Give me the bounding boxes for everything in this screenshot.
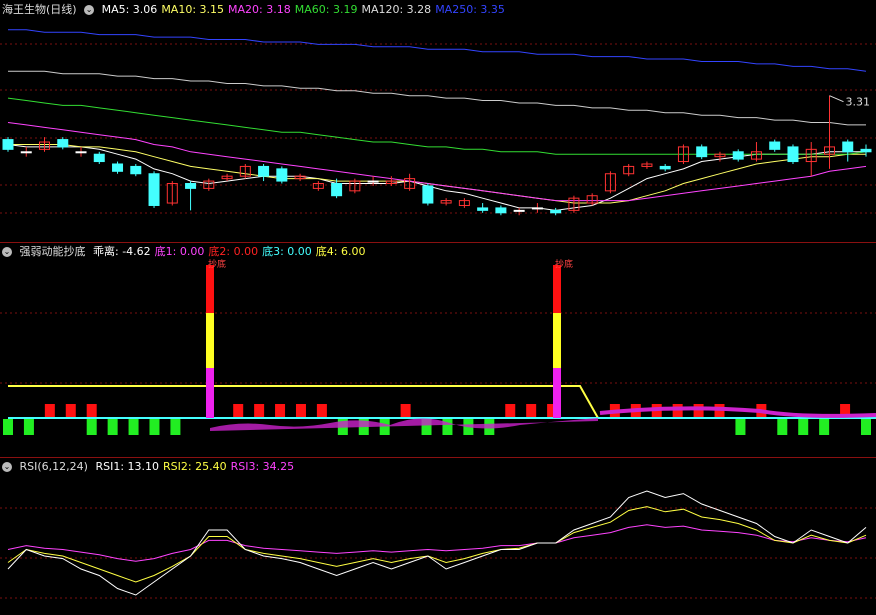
spike-yellow [553, 313, 561, 368]
signal-bar-red [693, 404, 704, 417]
candle-body [93, 153, 105, 163]
candle-body [367, 180, 379, 183]
candle-body [331, 183, 343, 197]
price-panel[interactable]: 海王生物(日线) ⌄ MA5: 3.06 MA10: 3.15 MA20: 3.18… [0, 0, 876, 240]
signal-bar-red [65, 404, 76, 417]
threshold-line [8, 385, 876, 419]
signal-bar-green [819, 419, 830, 435]
signal-bar-red [526, 404, 537, 417]
candle-body [57, 139, 69, 148]
candle-body [787, 146, 799, 163]
spike-red [553, 265, 561, 313]
signal-bar-red [275, 404, 286, 417]
signal-bar-green [735, 419, 746, 435]
signal-bar-red [295, 404, 306, 417]
signal-bar-red [86, 404, 97, 417]
candle-body [842, 141, 854, 153]
signal-bar-red [254, 404, 265, 417]
signal-bar-green [777, 419, 788, 435]
candle-body [185, 183, 197, 189]
ma60-line [7, 97, 867, 155]
indicator-panel[interactable]: ⌄ 强弱动能抄底 乖离: -4.62 底1: 0.00 底2: 0.00 底3: 0.… [0, 243, 876, 456]
candle-body [75, 151, 87, 154]
spike-yellow [206, 313, 214, 368]
signal-bar-green [23, 419, 34, 435]
spike-label: 抄底 [208, 258, 226, 270]
spike-label: 抄底 [555, 258, 573, 270]
spike-magenta [553, 368, 561, 418]
candle-body [659, 165, 671, 170]
signal-bar-green [107, 419, 118, 435]
signal-bar-red [505, 404, 516, 417]
candle-body [20, 151, 32, 154]
candle-body [769, 141, 781, 150]
candle-body [550, 209, 562, 214]
price-chart: 3.31 [0, 29, 876, 216]
candle-body [422, 185, 434, 204]
rsi3-line [7, 524, 867, 562]
signal-bar-green [861, 419, 871, 435]
signal-bar-green [128, 419, 139, 435]
candle-body [495, 207, 507, 214]
candle-body [732, 151, 744, 160]
candle-body [130, 165, 142, 175]
signal-bar-red [316, 404, 327, 417]
signal-bar-green [86, 419, 97, 435]
rsi2-line [7, 506, 867, 583]
high-marker-label: 3.31 [845, 96, 870, 109]
ma250-line [8, 29, 867, 72]
momentum-wave-right [599, 406, 876, 418]
candle-body [513, 209, 525, 212]
candle-body [860, 148, 872, 153]
rsi-panel[interactable]: ⌄ RSI(6,12,24) RSI1: 13.10 RSI2: 25.40 RSI… [0, 458, 876, 615]
signal-bar-red [400, 404, 411, 417]
candle-body [696, 146, 708, 158]
momentum-wave [210, 418, 598, 431]
indicator-chart: 抄底 抄底 [0, 258, 876, 435]
candle-body [276, 168, 288, 182]
signal-bar-green [3, 419, 13, 435]
rsi1-line [7, 490, 867, 596]
rsi-chart [0, 490, 876, 599]
high-marker-line [829, 95, 844, 103]
ma120-line [8, 70, 866, 126]
spike-magenta [206, 368, 214, 418]
signal-bar-green [149, 419, 160, 435]
spike-red [206, 265, 214, 313]
candle-body [477, 207, 489, 211]
candle-body [2, 139, 14, 150]
candle-body [531, 207, 543, 210]
signal-bar-green [798, 419, 809, 435]
signal-bar-red [44, 404, 55, 417]
signal-bar-green [379, 419, 390, 435]
candle-body [148, 173, 160, 206]
candle-body [258, 165, 270, 177]
candle-body [112, 163, 124, 172]
signal-bar-red [233, 404, 244, 417]
signal-bar-green [170, 419, 181, 435]
